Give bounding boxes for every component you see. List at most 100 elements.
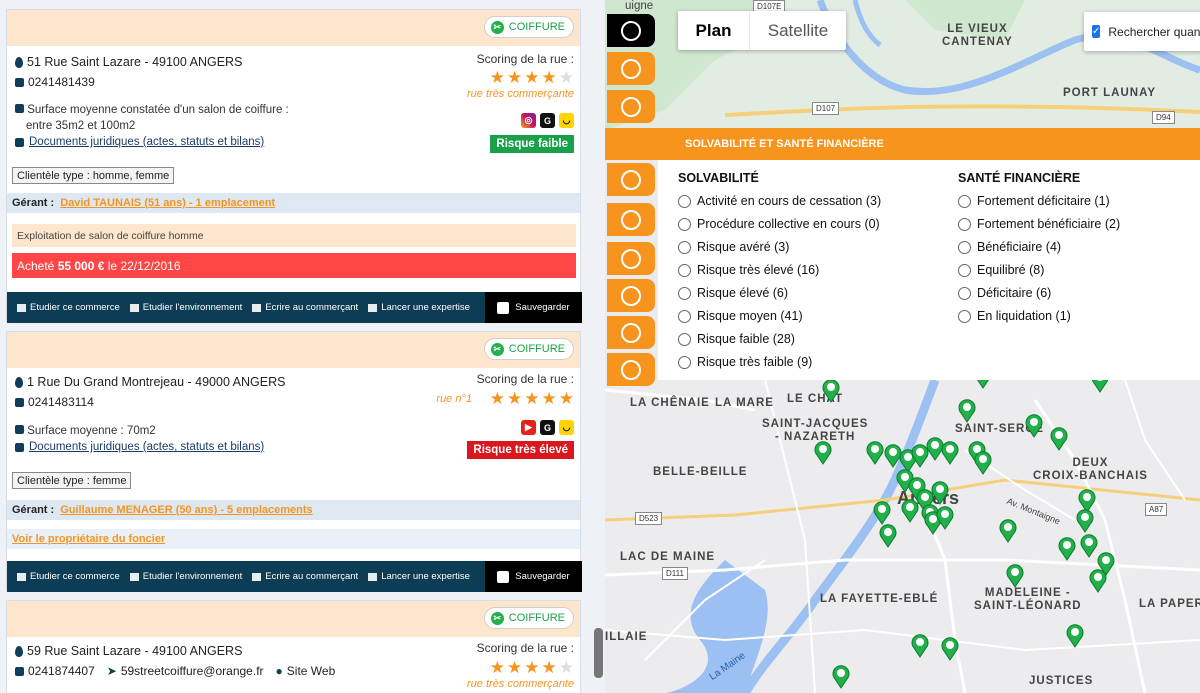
place-label: uigne	[625, 0, 654, 12]
radio-button[interactable]	[678, 286, 691, 300]
email-link[interactable]: 59streetcoiffure@orange.fr	[121, 664, 264, 678]
map-marker-icon[interactable]	[998, 517, 1018, 543]
tool-manager-button[interactable]	[607, 203, 655, 236]
map-marker-icon[interactable]	[1065, 622, 1085, 648]
pagesjaunes-icon[interactable]: ◡	[559, 420, 574, 435]
youtube-icon[interactable]: ▶	[521, 420, 536, 435]
filter-option[interactable]: Activité en cours de cessation (3)	[678, 194, 881, 208]
map-marker-icon[interactable]	[900, 497, 920, 523]
legal-docs-label: Documents juridiques (actes, statuts et …	[29, 441, 265, 453]
scrollbar-thumb[interactable]	[594, 628, 603, 678]
filter-option[interactable]: Risque faible (28)	[678, 332, 795, 346]
study-env-button[interactable]: Etudier l'environnement	[129, 302, 242, 313]
radio-button[interactable]	[958, 194, 971, 208]
map-marker-icon[interactable]	[878, 522, 898, 548]
map-marker-icon[interactable]	[910, 632, 930, 658]
foncier-link[interactable]: Voir le propriétaire du foncier	[12, 533, 165, 545]
phone: 0241483114	[15, 395, 94, 409]
legal-docs-link[interactable]: Documents juridiques (actes, statuts et …	[15, 136, 264, 148]
legal-docs-link[interactable]: Documents juridiques (actes, statuts et …	[15, 441, 264, 453]
radio-button[interactable]	[958, 217, 971, 231]
website-link[interactable]: Site Web	[287, 664, 335, 678]
radio-button[interactable]	[678, 355, 691, 369]
google-icon[interactable]: G	[540, 420, 555, 435]
map-marker-icon[interactable]	[1005, 562, 1025, 588]
search-on-move-checkbox[interactable]: ✓	[1092, 25, 1101, 38]
tool-activity-button[interactable]	[607, 90, 655, 123]
filter-option[interactable]: Equilibré (8)	[958, 263, 1044, 277]
radio-button[interactable]	[958, 263, 971, 277]
map-marker-icon[interactable]	[1057, 535, 1077, 561]
place-label: ILLAIE	[605, 631, 648, 643]
filter-option[interactable]: Fortement déficitaire (1)	[958, 194, 1110, 208]
instagram-icon[interactable]: ◎	[521, 113, 536, 128]
filter-option[interactable]: Risque élevé (6)	[678, 286, 788, 300]
map-marker-icon[interactable]	[940, 439, 960, 465]
map-marker-icon[interactable]	[865, 439, 885, 465]
address-text: 51 Rue Saint Lazare - 49100 ANGERS	[27, 55, 243, 69]
radio-button[interactable]	[678, 263, 691, 277]
filter-option[interactable]: Procédure collective en cours (0)	[678, 217, 880, 231]
manager-link[interactable]: David TAUNAIS (51 ans) - 1 emplacement	[60, 197, 275, 209]
filter-option[interactable]: En liquidation (1)	[958, 309, 1071, 323]
search-on-move-control[interactable]: ✓ Rechercher quand je déplace la carte	[1084, 12, 1200, 51]
radio-button[interactable]	[958, 286, 971, 300]
map-marker-icon[interactable]	[973, 449, 993, 475]
tool-layers-button[interactable]	[607, 52, 655, 85]
filter-option[interactable]: Risque très élevé (16)	[678, 263, 819, 277]
manager-link[interactable]: Guillaume MENAGER (50 ans) - 5 emplaceme…	[60, 504, 312, 516]
phone-icon	[15, 77, 24, 87]
map-marker-icon[interactable]	[940, 635, 960, 661]
study-shop-button[interactable]: Etudier ce commerce	[17, 571, 120, 582]
radio-button[interactable]	[678, 240, 691, 254]
filter-option[interactable]: Risque très faible (9)	[678, 355, 812, 369]
expertise-button[interactable]: Lancer une expertise	[368, 302, 470, 313]
tool-chart-button[interactable]	[607, 316, 655, 349]
tool-shop-button[interactable]	[607, 353, 655, 386]
address: 1 Rue Du Grand Montrejeau - 49000 ANGERS	[15, 375, 285, 389]
star-filled-icon: ★	[524, 389, 540, 408]
google-icon[interactable]: G	[540, 113, 555, 128]
star-empty-icon: ★	[558, 658, 574, 677]
filter-option[interactable]: Risque moyen (41)	[678, 309, 803, 323]
filter-option[interactable]: Bénéficiaire (4)	[958, 240, 1061, 254]
filter-option[interactable]: Déficitaire (6)	[958, 286, 1051, 300]
radio-button[interactable]	[678, 309, 691, 323]
save-button[interactable]: Sauvegarder	[485, 561, 582, 592]
map-marker-icon[interactable]	[1075, 507, 1095, 533]
radio-button[interactable]	[678, 217, 691, 231]
map-marker-icon[interactable]	[1024, 412, 1044, 438]
map-marker-icon[interactable]	[957, 397, 977, 423]
radio-button[interactable]	[958, 240, 971, 254]
radio-button[interactable]	[958, 309, 971, 323]
expertise-button[interactable]: Lancer une expertise	[368, 571, 470, 582]
map-marker-icon[interactable]	[821, 377, 841, 403]
radio-button[interactable]	[678, 332, 691, 346]
tool-finance-button[interactable]	[607, 163, 655, 196]
study-env-button[interactable]: Etudier l'environnement	[129, 571, 242, 582]
save-checkbox[interactable]	[497, 570, 510, 583]
study-shop-button[interactable]: Etudier ce commerce	[17, 302, 120, 313]
map-marker-icon[interactable]	[1088, 567, 1108, 593]
map-marker-icon[interactable]	[813, 439, 833, 465]
map-type-plan[interactable]: Plan	[678, 11, 749, 50]
map-marker-icon[interactable]	[1049, 425, 1069, 451]
write-merchant-button[interactable]: Ecrire au commerçant	[252, 302, 358, 313]
save-checkbox[interactable]	[497, 301, 510, 314]
filter-option[interactable]: Risque avéré (3)	[678, 240, 789, 254]
map[interactable]: LE VIEUX CANTENAY PORT LAUNAY uigne D107 E…	[605, 0, 1200, 693]
pagesjaunes-icon[interactable]: ◡	[559, 113, 574, 128]
map-marker-icon[interactable]	[930, 479, 950, 505]
filter-option[interactable]: Fortement bénéficiaire (2)	[958, 217, 1120, 231]
save-button[interactable]: Sauvegarder	[485, 292, 582, 323]
foncier-band: Voir le propriétaire du foncier	[7, 529, 580, 549]
tool-calendar-button[interactable]	[607, 242, 655, 275]
star-filled-icon: ★	[489, 68, 505, 87]
map-marker-icon[interactable]	[831, 663, 851, 689]
map-type-satellite[interactable]: Satellite	[749, 11, 846, 50]
map-marker-icon[interactable]	[935, 504, 955, 530]
radio-button[interactable]	[678, 194, 691, 208]
tool-building-button[interactable]	[607, 279, 655, 312]
write-merchant-button[interactable]: Ecrire au commerçant	[252, 571, 358, 582]
tool-profile-button[interactable]	[607, 14, 655, 47]
